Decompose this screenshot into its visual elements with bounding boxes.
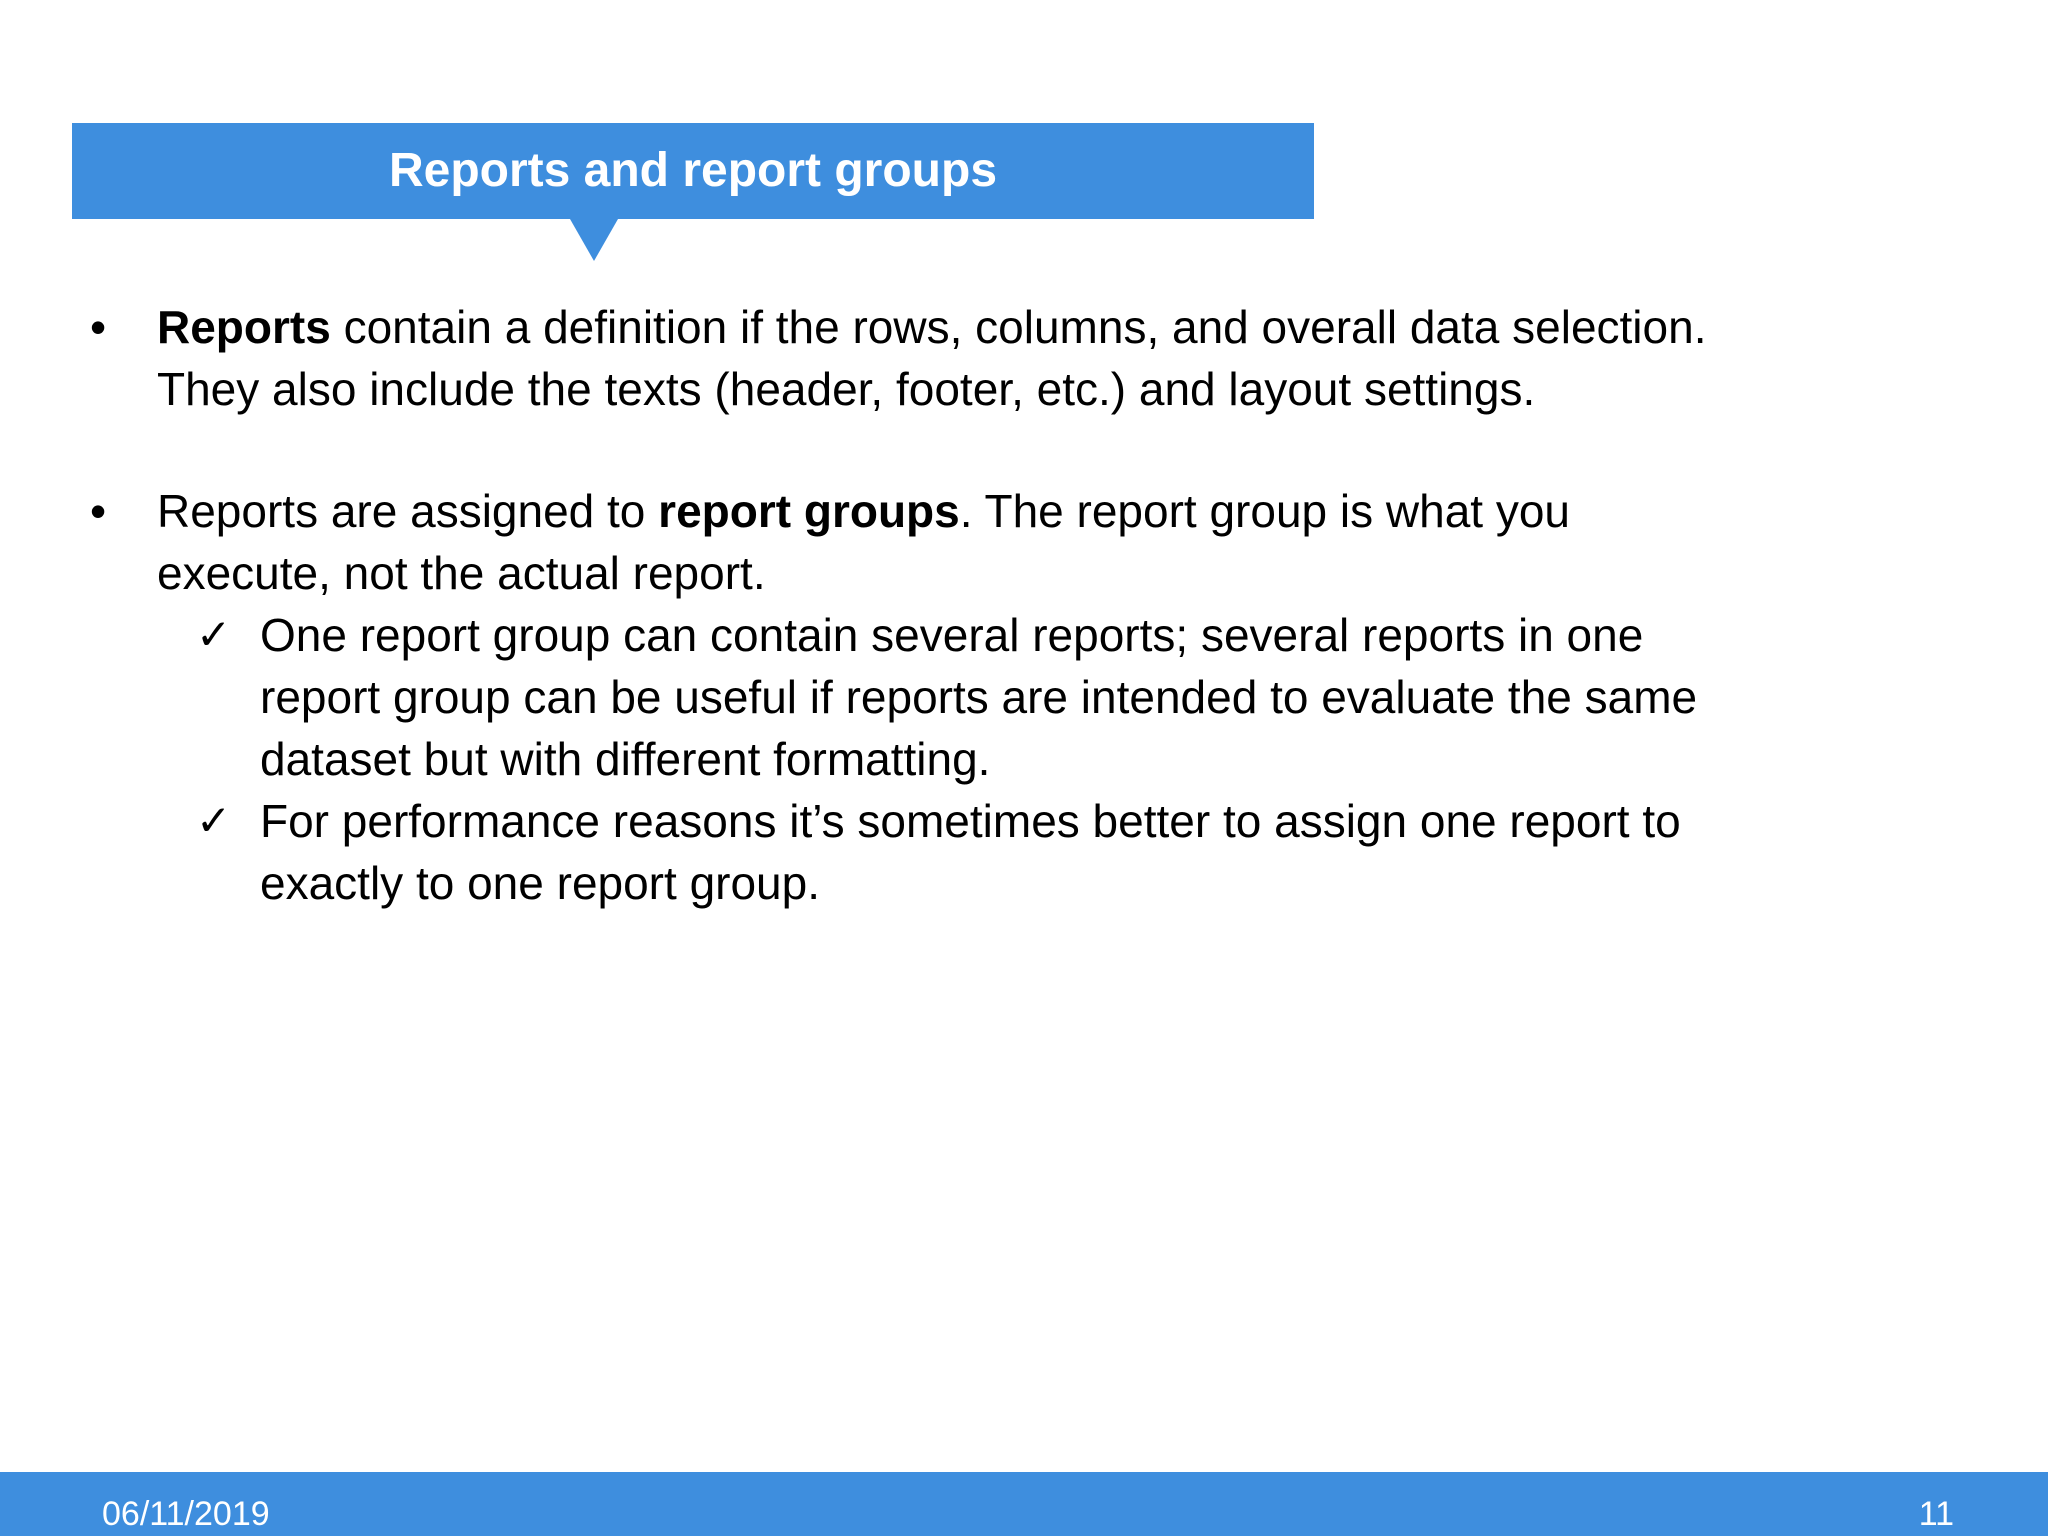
subitem-1-line-1: One report group can contain several rep… xyxy=(260,609,1644,661)
slide-number: 11 xyxy=(1918,1495,1954,1533)
bullet-1-bold-term: Reports xyxy=(157,301,331,353)
bullet-2-bold-term: report groups xyxy=(658,485,960,537)
bullet-marker: • xyxy=(90,301,107,353)
title-banner: Reports and report groups xyxy=(72,123,1314,219)
bullet-2-line-1: Reports are assigned to report groups. T… xyxy=(157,480,1570,542)
bullet-1-text: contain a definition if the rows, column… xyxy=(330,301,1707,353)
footer-bar: 06/11/2019 11 xyxy=(0,1472,2048,1536)
bullet-2-line-2: execute, not the actual report. xyxy=(157,547,766,599)
checkmark-icon: ✓ xyxy=(196,796,232,845)
subitem-2-line-1: For performance reasons it’s sometimes b… xyxy=(260,795,1681,847)
bullet-marker: • xyxy=(90,485,107,537)
bullet-2-text-rest: . The report group is what you xyxy=(959,485,1570,537)
footer-date: 06/11/2019 xyxy=(102,1495,270,1533)
subitem-2-line-2: exactly to one report group. xyxy=(260,857,820,909)
bullet-1-line-1: Reports contain a definition if the rows… xyxy=(157,296,1706,358)
slide-title: Reports and report groups xyxy=(388,144,998,197)
subitem-1-line-2: report group can be useful if reports ar… xyxy=(260,671,1698,723)
bullet-1-line-2: They also include the texts (header, foo… xyxy=(157,363,1536,415)
bullet-2-text-start: Reports are assigned to xyxy=(157,485,659,537)
title-pointer-arrow xyxy=(570,219,618,261)
subitem-1-line-3: dataset but with different formatting. xyxy=(260,733,991,785)
checkmark-icon: ✓ xyxy=(196,610,232,659)
